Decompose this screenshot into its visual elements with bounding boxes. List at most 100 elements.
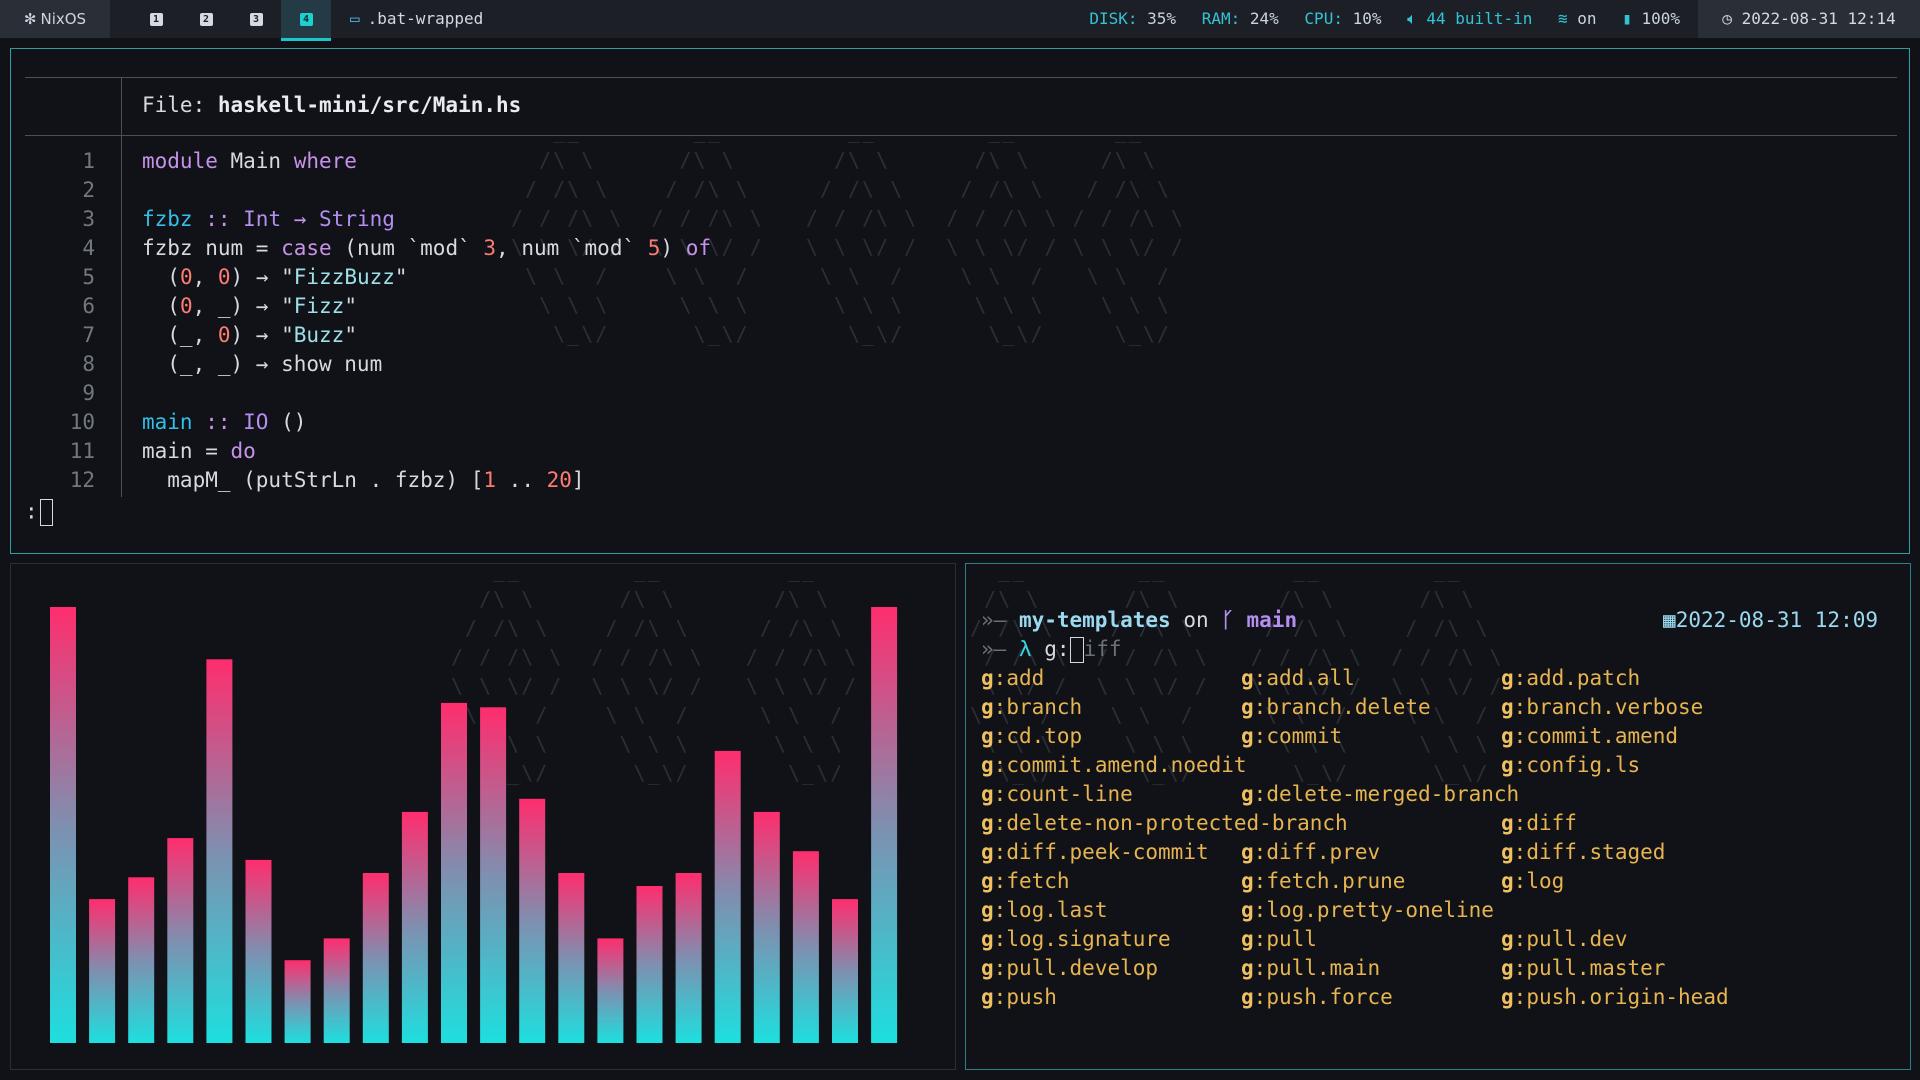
completion-item[interactable]: g:diff.staged: [1501, 840, 1665, 864]
line-number: 12: [69, 468, 95, 492]
battery-status[interactable]: ▮ 100%: [1622, 9, 1680, 28]
code-line: 10 main :: IO (): [25, 408, 307, 437]
clock-icon: ◷: [1722, 9, 1732, 28]
completion-item[interactable]: g:delete-non-protected-branch: [981, 811, 1348, 835]
code-view[interactable]: 1 module Main where 2 3 fzbz :: Int → Stri…: [25, 147, 711, 495]
spectrum-bar: [675, 873, 702, 1043]
line-number: 7: [82, 323, 95, 347]
workspace-4[interactable]: 4: [281, 0, 331, 41]
completion-item[interactable]: g:log.signature: [981, 927, 1171, 951]
completion-item[interactable]: g:push: [981, 985, 1057, 1009]
completion-item[interactable]: g:diff.peek-commit: [981, 840, 1209, 864]
bat-file-header: File: haskell-mini/src/Main.hs: [142, 93, 522, 117]
completion-item[interactable]: g:config.ls: [1501, 753, 1640, 777]
code-line: 1 module Main where: [25, 147, 357, 176]
code-line: 6 (0, _) → "Fizz": [25, 292, 357, 321]
spectrum-bar: [245, 859, 272, 1043]
code-line: 7 (_, 0) → "Buzz": [25, 321, 357, 350]
spectrum-bar: [89, 899, 116, 1043]
completion-item[interactable]: g:commit.amend.noedit: [981, 753, 1247, 777]
os-label: NixOS: [40, 10, 87, 28]
window-title: ▭ .bat-wrapped: [350, 0, 483, 38]
clock[interactable]: ◷ 2022-08-31 12:14: [1698, 0, 1920, 38]
completion-item[interactable]: g:pull.develop: [981, 956, 1158, 980]
spectrum-bar: [401, 811, 428, 1043]
git-branch: main: [1246, 608, 1298, 632]
completion-item[interactable]: g:add: [981, 666, 1044, 690]
line-number: 4: [82, 236, 95, 260]
spectrum-bar: [128, 877, 155, 1043]
completion-item[interactable]: g:diff.prev: [1241, 840, 1380, 864]
lambda-prompt-icon: λ: [1018, 637, 1032, 661]
command-input-line[interactable]: »— λ g: iff: [981, 637, 1122, 663]
bat-gutter-rule: [121, 77, 122, 497]
code-line: 9: [25, 379, 95, 408]
volume-status[interactable]: 🔈︎ 44 built-in: [1407, 9, 1532, 28]
git-branch-icon: ᚴ: [1221, 608, 1234, 632]
completion-item[interactable]: g:commit: [1241, 724, 1342, 748]
completion-item[interactable]: g:pull.master: [1501, 956, 1665, 980]
completion-item[interactable]: g:push.origin-head: [1501, 985, 1729, 1009]
spectrum-bar: [284, 960, 311, 1043]
bat-window[interactable]: __ __ __ __ __ /\ \ /\ \ /\ \ /\ \ /\ \ …: [10, 48, 1910, 554]
spectrum-bar: [206, 659, 233, 1043]
pager-prompt[interactable]: :: [25, 499, 53, 526]
line-number: 6: [82, 294, 95, 318]
spectrum-bar: [519, 798, 546, 1043]
completion-item[interactable]: g:pull.dev: [1501, 927, 1627, 951]
completion-item[interactable]: g:cd.top: [981, 724, 1082, 748]
completion-item[interactable]: g:push.force: [1241, 985, 1393, 1009]
cpu-status[interactable]: CPU: 10%: [1304, 9, 1381, 28]
workspace-2[interactable]: 2: [181, 0, 231, 38]
code-line: 5 (0, 0) → "FizzBuzz": [25, 263, 407, 292]
spectrum-bar: [597, 938, 624, 1043]
current-directory: my-templates: [1018, 608, 1171, 632]
line-number: 9: [82, 381, 95, 405]
status-area: DISK: 35% RAM: 24% CPU: 10% 🔈︎ 44 built-…: [1073, 0, 1680, 38]
wifi-icon: ≋: [1558, 9, 1568, 28]
line-number: 1: [82, 149, 95, 173]
completion-item[interactable]: g:fetch.prune: [1241, 869, 1405, 893]
workspace-1[interactable]: 1: [131, 0, 181, 38]
shell-prompt-line: »— my-templates on ᚴ main: [981, 608, 1298, 632]
spectrum-bar: [792, 851, 819, 1043]
os-menu[interactable]: ✻ NixOS: [0, 0, 110, 38]
spectrum-bar: [441, 702, 467, 1043]
line-number: 8: [82, 352, 95, 376]
code-line: 12 mapM_ (putStrLn . fzbz) [1 .. 20]: [25, 466, 585, 495]
terminal-window[interactable]: __ __ __ __ /\ \ /\ \ /\ \ /\ \ / /\ \ /…: [965, 563, 1911, 1070]
line-number: 10: [69, 410, 95, 434]
disk-status[interactable]: DISK: 35%: [1089, 9, 1176, 28]
completion-item[interactable]: g:log.pretty-oneline: [1241, 898, 1494, 922]
code-line: 2: [25, 176, 95, 205]
line-number: 3: [82, 207, 95, 231]
completion-item[interactable]: g:pull.main: [1241, 956, 1380, 980]
completion-item[interactable]: g:diff: [1501, 811, 1577, 835]
workspace-3[interactable]: 3: [231, 0, 281, 38]
completion-item[interactable]: g:log: [1501, 869, 1564, 893]
completion-item[interactable]: g:branch: [981, 695, 1082, 719]
bat-header-rule-bottom: [25, 135, 1897, 136]
completion-item[interactable]: g:branch.verbose: [1501, 695, 1703, 719]
completion-item[interactable]: g:log.last: [981, 898, 1107, 922]
typed-command: g:: [1044, 637, 1070, 661]
completion-item[interactable]: g:pull: [1241, 927, 1317, 951]
spectrum-bar: [832, 899, 858, 1043]
ram-status[interactable]: RAM: 24%: [1202, 9, 1279, 28]
spectrum-bar: [323, 938, 350, 1043]
battery-icon: ▮: [1622, 9, 1632, 28]
wifi-status[interactable]: ≋ on: [1558, 9, 1597, 28]
file-path: haskell-mini/src/Main.hs: [217, 93, 522, 117]
completion-item[interactable]: g:fetch: [981, 869, 1070, 893]
audio-visualizer-window[interactable]: __ __ __ /\ \ /\ \ /\ \ / /\ \ / /\ \ / …: [10, 563, 956, 1070]
window-title-text: .bat-wrapped: [367, 9, 484, 28]
spectrum-bar: [362, 873, 389, 1043]
completion-item[interactable]: g:add.patch: [1501, 666, 1640, 690]
speaker-icon: 🔈︎: [1407, 9, 1417, 28]
spectrum-bar: [480, 707, 507, 1043]
completion-item[interactable]: g:add.all: [1241, 666, 1355, 690]
completion-item[interactable]: g:count-line: [981, 782, 1133, 806]
completion-item[interactable]: g:branch.delete: [1241, 695, 1431, 719]
completion-item[interactable]: g:commit.amend: [1501, 724, 1678, 748]
completion-item[interactable]: g:delete-merged-branch: [1241, 782, 1519, 806]
